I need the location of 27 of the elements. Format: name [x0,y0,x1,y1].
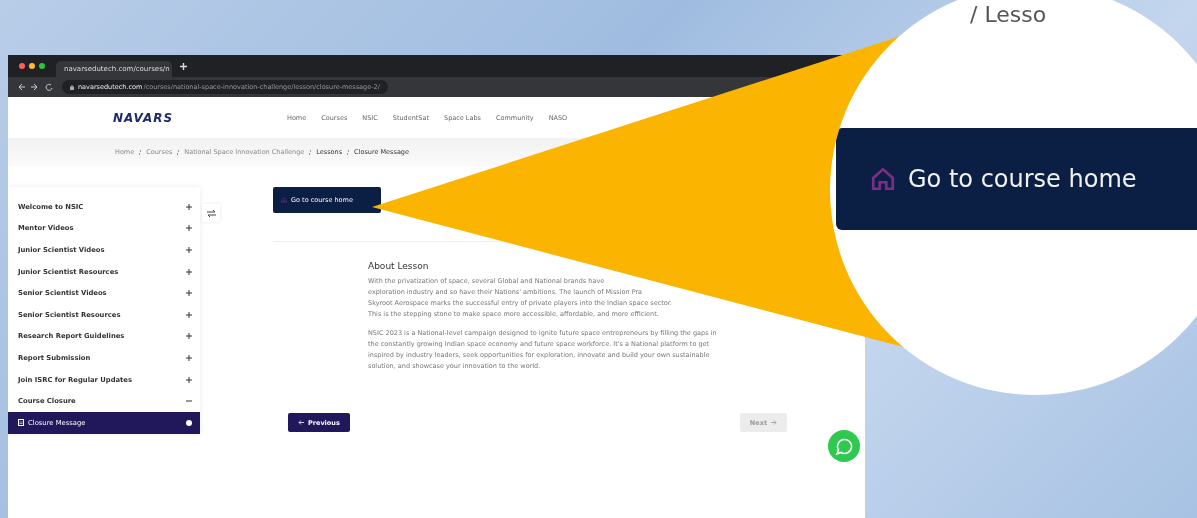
document-icon [18,419,24,427]
left-arrow-icon [298,420,304,425]
course-home-link[interactable]: Go to course home [836,128,1197,230]
plus-icon [186,247,192,253]
plus-icon [186,225,192,232]
minus-icon [186,398,192,405]
plus-icon [186,311,192,318]
plus-icon [186,290,192,297]
site-logo[interactable]: NAVARS [8,110,287,125]
lesson-heading: About Lesson [368,261,430,271]
window-controls-icon[interactable] [18,62,48,70]
plus-icon [186,268,192,275]
plus-icon [186,333,192,340]
right-arrow-icon [771,420,777,425]
home-icon [870,166,896,192]
link-label: Go to course home [908,165,1137,193]
plus-icon [186,354,192,361]
lock-icon [70,84,74,90]
breadcrumb-fragment: / Lesso [970,2,1047,27]
navigation-icons[interactable] [18,83,54,91]
plus-icon[interactable] [180,62,187,70]
status-dot-icon [186,419,192,426]
home-icon [281,197,287,203]
plus-icon [186,203,192,210]
sidebar-toggle[interactable] [202,204,220,222]
plus-icon [186,376,192,383]
swap-icon [206,209,216,217]
